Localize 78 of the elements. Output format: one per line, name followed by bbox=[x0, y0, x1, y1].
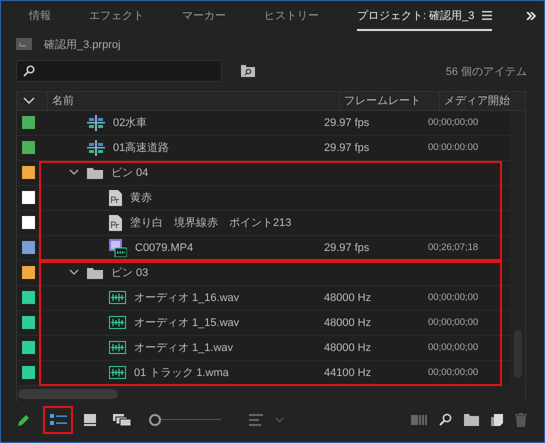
column-header[interactable]: 名前 bbox=[47, 92, 339, 110]
chevron-icon[interactable] bbox=[23, 96, 35, 105]
video-clip-icon bbox=[109, 238, 127, 257]
menu-icon[interactable] bbox=[482, 10, 492, 20]
item-count: 56 個のアイテム bbox=[446, 64, 527, 79]
item-name[interactable]: 塗り白 境界線赤 ポイント213 bbox=[130, 215, 292, 230]
frame-rate: 29.97 fps bbox=[324, 142, 370, 154]
label-swatch[interactable] bbox=[22, 191, 35, 204]
item-name[interactable]: オーディオ 1_16.wav bbox=[134, 290, 240, 306]
column-header[interactable]: メディア開始 bbox=[439, 92, 510, 110]
item-name[interactable]: 01 トラック 1.wma bbox=[134, 365, 229, 380]
new-item-icon[interactable] bbox=[491, 414, 503, 426]
media-start: 00;00;00;00 bbox=[428, 367, 478, 378]
document-icon bbox=[109, 190, 122, 206]
automate-icon[interactable] bbox=[411, 414, 427, 425]
item-name[interactable]: ビン 04 bbox=[111, 165, 148, 180]
project-icon bbox=[16, 38, 32, 50]
frame-rate: 29.97 fps bbox=[324, 242, 370, 254]
panel-tab[interactable]: 情報 bbox=[29, 8, 51, 22]
label-swatch[interactable] bbox=[22, 116, 35, 130]
list-icon bbox=[50, 414, 66, 426]
media-start: 00;00;00;00 bbox=[428, 292, 478, 304]
frame-rate: 29.97 fps bbox=[324, 116, 370, 129]
stacked-cards-icon bbox=[113, 414, 131, 426]
item-name[interactable]: C0079.MP4 bbox=[135, 242, 194, 254]
panel-tab[interactable]: エフェクト bbox=[89, 8, 144, 22]
sort-icon[interactable] bbox=[249, 414, 263, 426]
media-start: 00;00;00;00 bbox=[428, 117, 478, 128]
label-swatch[interactable] bbox=[22, 166, 35, 180]
sequence-icon bbox=[87, 140, 105, 156]
item-name[interactable]: オーディオ 1_15.wav bbox=[134, 315, 240, 330]
frame-rate: 48000 Hz bbox=[324, 342, 372, 354]
find-bin-icon[interactable] bbox=[241, 65, 255, 78]
audio-clip-icon bbox=[109, 366, 126, 380]
zoom-slider[interactable] bbox=[149, 414, 221, 426]
document-icon bbox=[109, 214, 122, 231]
label-swatch[interactable] bbox=[22, 216, 35, 230]
item-name[interactable]: 02水車 bbox=[113, 115, 148, 130]
search-icon bbox=[23, 65, 35, 78]
label-swatch[interactable] bbox=[22, 291, 35, 304]
pencil-icon[interactable] bbox=[17, 412, 31, 427]
expand-icon[interactable] bbox=[69, 169, 79, 176]
label-swatch[interactable] bbox=[22, 141, 35, 154]
sequence-icon bbox=[87, 114, 105, 131]
label-swatch[interactable] bbox=[22, 366, 35, 380]
media-start: 00;00;00;00 bbox=[428, 317, 478, 328]
new-bin-icon[interactable] bbox=[464, 414, 479, 426]
frame-rate: 48000 Hz bbox=[324, 292, 372, 304]
item-name[interactable]: オーディオ 1_1.wav bbox=[134, 340, 234, 356]
label-swatch[interactable] bbox=[22, 316, 35, 330]
frame-rate: 48000 Hz bbox=[324, 316, 372, 329]
search-icon[interactable] bbox=[439, 413, 452, 426]
column-header[interactable]: フレームレート bbox=[339, 92, 439, 110]
chevron-icon[interactable] bbox=[526, 12, 536, 20]
item-name[interactable]: 黄赤 bbox=[130, 190, 152, 206]
project-file-name: 確認用_3.prproj bbox=[44, 38, 120, 52]
search-field[interactable] bbox=[16, 60, 222, 82]
slider-thumb[interactable] bbox=[149, 414, 161, 426]
media-start: 00;00;00;00 bbox=[428, 342, 478, 354]
panel-tab[interactable]: プロジェクト: 確認用_3 bbox=[357, 8, 474, 22]
audio-clip-icon bbox=[109, 316, 126, 330]
audio-clip-icon bbox=[109, 341, 126, 354]
media-start: 00:00:00:00 bbox=[428, 142, 478, 154]
media-start: 00;26;07;18 bbox=[428, 242, 478, 254]
panel-tab[interactable]: マーカー bbox=[182, 8, 226, 22]
label-swatch[interactable] bbox=[22, 341, 35, 354]
folder-icon bbox=[87, 166, 103, 179]
label-swatch[interactable] bbox=[22, 241, 35, 254]
frame-rate: 44100 Hz bbox=[324, 366, 372, 379]
panel-tab[interactable]: ヒストリー bbox=[264, 8, 319, 22]
thumbnail-icon bbox=[84, 414, 96, 426]
list-view-button[interactable] bbox=[43, 406, 73, 434]
item-name[interactable]: ビン 03 bbox=[111, 265, 148, 280]
audio-clip-icon bbox=[109, 291, 126, 304]
label-swatch[interactable] bbox=[22, 266, 35, 280]
item-name[interactable]: 01高速道路 bbox=[113, 140, 170, 156]
folder-icon bbox=[87, 266, 103, 279]
expand-icon[interactable] bbox=[69, 269, 79, 276]
